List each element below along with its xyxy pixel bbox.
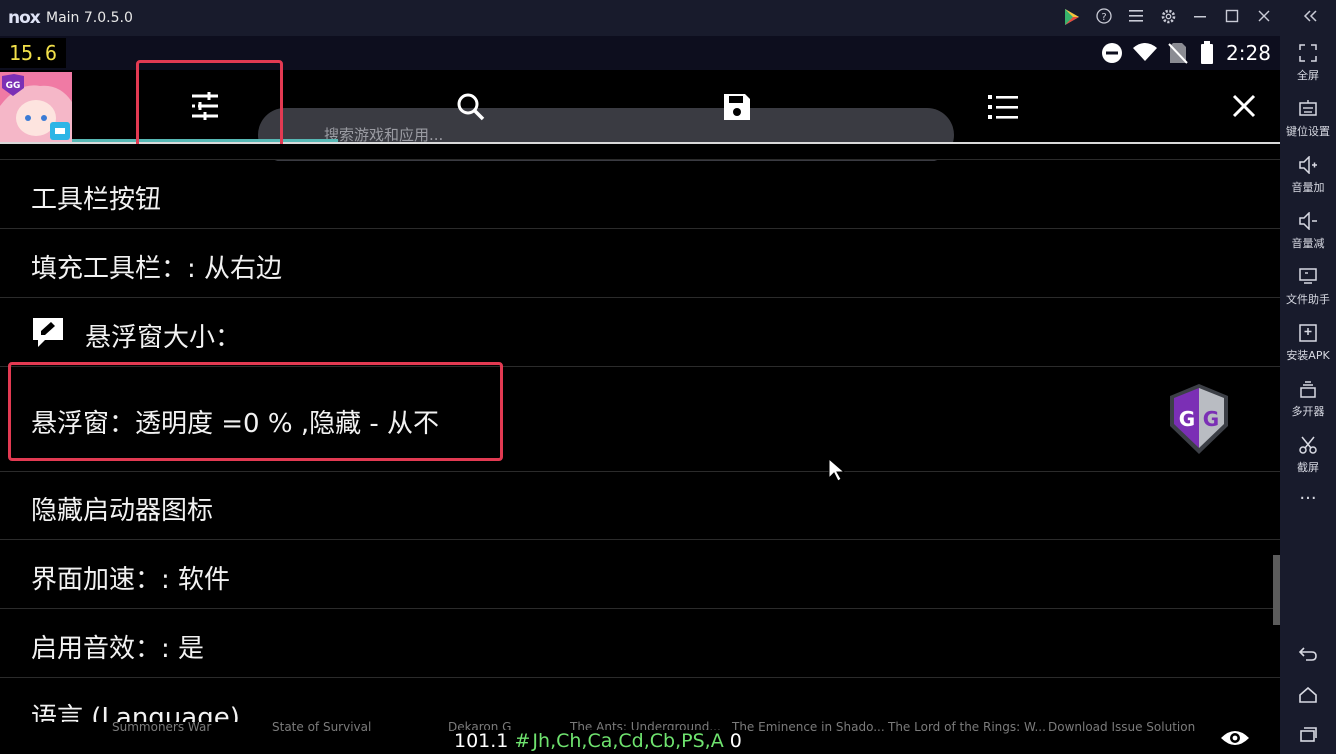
settings-tab-highlight xyxy=(136,60,283,148)
more-icon: ··· xyxy=(1299,488,1317,509)
fullscreen-icon xyxy=(1280,44,1336,66)
background-game-label: The Lord of the Rings: W... xyxy=(888,720,1046,734)
nav-home[interactable] xyxy=(1280,686,1336,709)
gg-floating-icon[interactable]: G G xyxy=(1168,382,1230,460)
save-icon[interactable] xyxy=(722,92,752,126)
battery-icon xyxy=(1200,41,1214,69)
setting-label: 隐藏启动器图标 xyxy=(31,496,214,526)
sidebar-label: 音量减 xyxy=(1291,237,1325,250)
sidebar-label: 截屏 xyxy=(1297,461,1319,474)
sidebar-volume-down[interactable]: 音量减 xyxy=(1280,211,1336,251)
emulator-sidebar: 全屏 键位设置 音量加 音量减 文件助手 安装APK 多开器 截屏 ··· xyxy=(1280,36,1336,754)
setting-sound-effects[interactable]: 启用音效：: 是 xyxy=(0,610,1280,678)
setting-label: 工具栏按钮 xyxy=(31,185,162,215)
setting-ui-acceleration[interactable]: 界面加速：: 软件 xyxy=(0,541,1280,609)
fps-counter: 15.6 xyxy=(0,38,66,68)
sidebar-label: 安装APK xyxy=(1286,349,1330,362)
sidebar-label: 全屏 xyxy=(1297,69,1319,82)
setting-float-window-size[interactable]: 悬浮窗大小： xyxy=(0,299,1280,367)
svg-text:G: G xyxy=(1203,407,1219,431)
float-window-highlight xyxy=(8,362,503,461)
sidebar-label: 键位设置 xyxy=(1286,125,1330,138)
close-panel-icon[interactable] xyxy=(1232,94,1256,122)
readout-number: 101.1 xyxy=(454,730,509,752)
wifi-icon xyxy=(1132,42,1158,66)
help-icon[interactable]: ? xyxy=(1094,8,1114,28)
nav-back[interactable] xyxy=(1280,646,1336,668)
setting-label: 填充工具栏：: 从右边 xyxy=(31,254,283,284)
sidebar-screenshot[interactable]: 截屏 xyxy=(1280,436,1336,475)
background-game-label: State of Survival xyxy=(272,720,372,734)
nav-recents[interactable] xyxy=(1280,726,1336,748)
minimize-icon[interactable] xyxy=(1190,8,1210,28)
back-icon xyxy=(1280,646,1336,668)
svg-text:?: ? xyxy=(1101,12,1106,23)
eye-icon[interactable] xyxy=(1220,728,1250,752)
status-clock: 2:28 xyxy=(1226,41,1271,65)
sidebar-label: 多开器 xyxy=(1291,405,1325,418)
sidebar-install-apk[interactable]: 安装APK xyxy=(1280,324,1336,363)
nox-logo: nox xyxy=(8,8,41,28)
dnd-icon xyxy=(1101,42,1123,68)
title-bar: nox Main 7.0.5.0 ? xyxy=(0,0,1336,36)
list-top-spacer xyxy=(0,144,1280,160)
close-icon[interactable] xyxy=(1254,8,1274,28)
background-game-label: The Eminence in Shado... xyxy=(732,720,885,734)
readout-codes: Jh,Ch,Ca,Cd,Cb,PS,A xyxy=(532,730,724,752)
setting-toolbar-buttons[interactable]: 工具栏按钮 xyxy=(0,161,1280,229)
recents-icon xyxy=(1280,726,1336,748)
no-sim-icon xyxy=(1168,42,1188,68)
background-game-label: Download Issue Solution xyxy=(1048,720,1196,734)
collapse-sidebar-icon[interactable] xyxy=(1300,8,1320,28)
sidebar-keymapping[interactable]: 键位设置 xyxy=(1280,100,1336,139)
svg-text:G: G xyxy=(1179,407,1195,431)
volume-down-icon xyxy=(1280,211,1336,234)
setting-hide-launcher-icon[interactable]: 隐藏启动器图标 xyxy=(0,472,1280,540)
setting-language[interactable]: 语言 (Language) xyxy=(0,679,1280,733)
sidebar-fullscreen[interactable]: 全屏 xyxy=(1280,44,1336,83)
mouse-cursor xyxy=(828,457,846,486)
memory-readout: 101.1 # Jh,Ch,Ca,Cd,Cb,PS,A 0 xyxy=(454,730,746,752)
gg-app-icon[interactable]: GG xyxy=(0,72,72,142)
file-helper-icon xyxy=(1280,268,1336,290)
sidebar-label: 文件助手 xyxy=(1286,293,1330,306)
search-icon[interactable] xyxy=(456,92,486,126)
setting-label: 启用音效：: 是 xyxy=(31,634,205,664)
edit-bubble-icon xyxy=(31,316,65,352)
multi-instance-icon xyxy=(1280,380,1336,402)
readout-hash: # xyxy=(514,730,531,752)
sidebar-label: 音量加 xyxy=(1291,181,1325,194)
sidebar-volume-up[interactable]: 音量加 xyxy=(1280,155,1336,195)
screenshot-icon xyxy=(1280,436,1336,458)
setting-label: 界面加速：: 软件 xyxy=(31,565,231,595)
play-store-icon[interactable] xyxy=(1062,8,1082,28)
readout-zero: 0 xyxy=(729,730,742,752)
home-icon xyxy=(1280,686,1336,709)
settings-icon[interactable] xyxy=(1158,8,1178,28)
sidebar-file-helper[interactable]: 文件助手 xyxy=(1280,268,1336,307)
setting-fill-toolbar[interactable]: 填充工具栏：: 从右边 xyxy=(0,230,1280,298)
maximize-icon[interactable] xyxy=(1222,8,1242,28)
setting-label: 悬浮窗大小： xyxy=(85,323,242,353)
list-icon[interactable] xyxy=(988,94,1018,124)
list-scrollbar[interactable] xyxy=(1273,555,1280,625)
sidebar-multi-instance[interactable]: 多开器 xyxy=(1280,380,1336,419)
svg-text:GG: GG xyxy=(6,81,21,91)
volume-up-icon xyxy=(1280,155,1336,178)
keyboard-icon xyxy=(1280,100,1336,122)
window-title: Main 7.0.5.0 xyxy=(46,10,133,26)
background-game-label: Summoners War xyxy=(112,720,212,734)
install-apk-icon xyxy=(1280,324,1336,346)
sidebar-more[interactable]: ··· xyxy=(1280,488,1336,510)
menu-icon[interactable] xyxy=(1126,8,1146,28)
